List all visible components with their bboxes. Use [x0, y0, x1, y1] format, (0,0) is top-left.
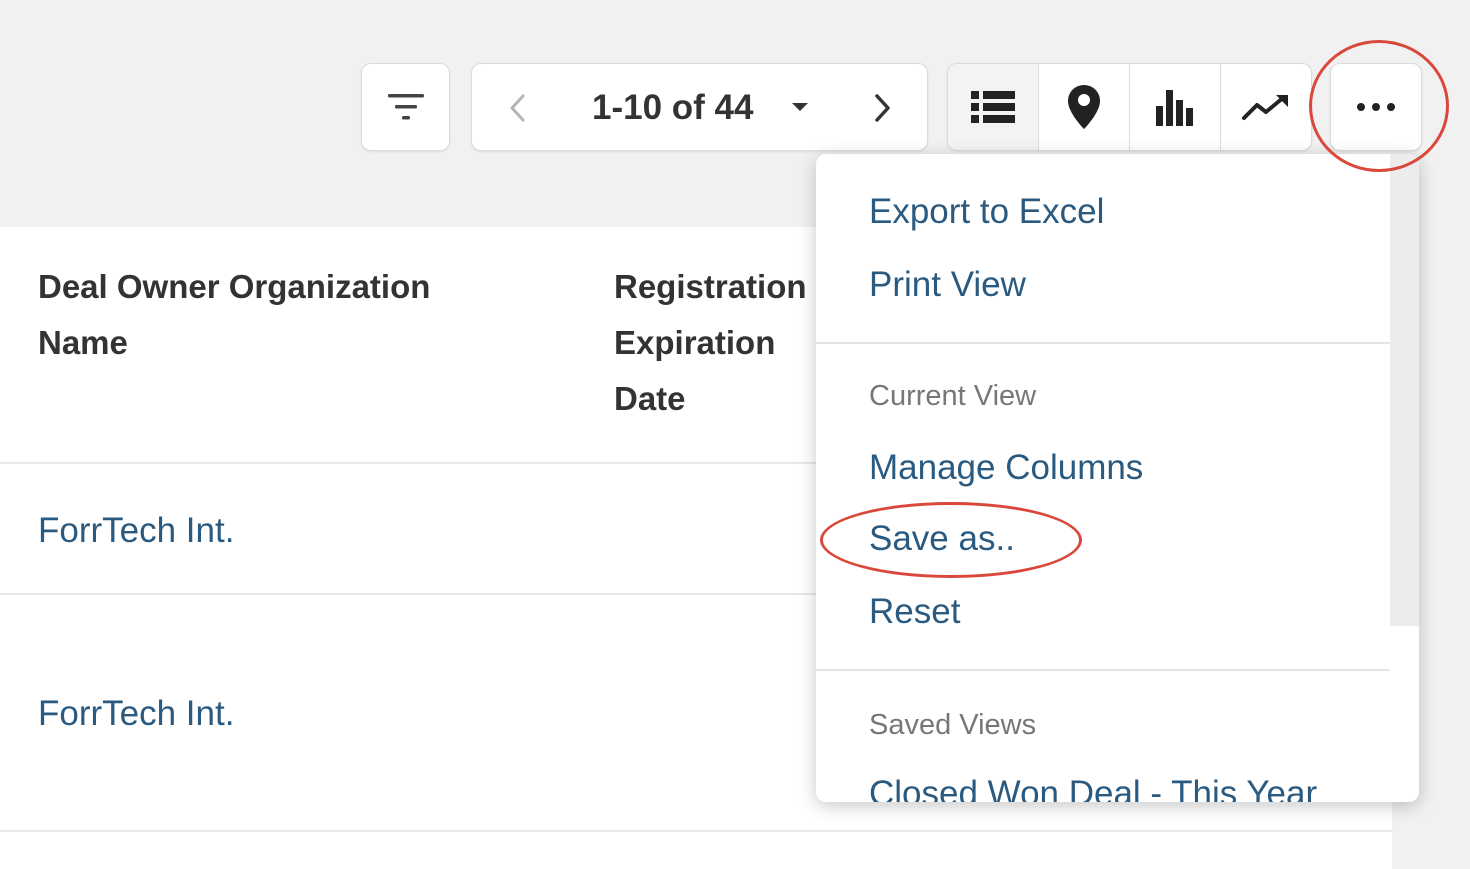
table-row-owner-cell[interactable]: ForrTech Int.	[38, 694, 234, 734]
more-options-menu: Export to Excel Print View Current View …	[816, 154, 1419, 802]
chevron-right-icon	[875, 94, 890, 122]
caret-down-icon	[792, 103, 808, 111]
more-options-button[interactable]	[1330, 63, 1422, 151]
trend-view-button[interactable]	[1221, 64, 1311, 150]
list-view-icon	[971, 91, 1015, 123]
bar-chart-icon	[1156, 90, 1193, 126]
menu-item-manage-columns[interactable]: Manage Columns	[869, 448, 1143, 488]
menu-item-print-view[interactable]: Print View	[869, 265, 1026, 305]
filter-button[interactable]	[361, 63, 450, 151]
next-page-button[interactable]	[868, 88, 898, 128]
menu-item-export-excel[interactable]: Export to Excel	[869, 192, 1104, 232]
page-range-label[interactable]: 1-10 of 44	[592, 84, 753, 132]
map-view-button[interactable]	[1039, 64, 1130, 150]
page-size-dropdown[interactable]	[790, 100, 810, 119]
menu-section-saved-views: Saved Views	[869, 709, 1037, 741]
more-horizontal-icon	[1357, 103, 1395, 111]
view-switcher	[947, 63, 1312, 151]
filter-lines-icon	[387, 94, 424, 120]
column-header-registration-expiration[interactable]: Registration Expiration Date	[614, 259, 834, 427]
previous-page-button[interactable]	[502, 88, 532, 128]
column-header-deal-owner[interactable]: Deal Owner Organization Name	[38, 259, 498, 371]
menu-item-saved-view[interactable]: Closed Won Deal - This Year	[869, 774, 1317, 802]
map-pin-icon	[1068, 85, 1100, 129]
row-divider	[0, 830, 1392, 832]
table-row-owner-cell[interactable]: ForrTech Int.	[38, 511, 234, 551]
menu-divider	[816, 669, 1390, 671]
menu-item-reset[interactable]: Reset	[869, 592, 960, 632]
trend-line-icon	[1242, 95, 1288, 120]
menu-item-save-as[interactable]: Save as..	[869, 519, 1015, 559]
menu-scrollbar[interactable]	[1390, 154, 1419, 626]
chevron-left-icon	[510, 94, 525, 122]
menu-section-current-view: Current View	[869, 380, 1037, 412]
pagination-control: 1-10 of 44	[471, 63, 928, 151]
list-view-button[interactable]	[948, 64, 1039, 150]
bar-chart-view-button[interactable]	[1130, 64, 1221, 150]
menu-divider	[816, 342, 1390, 344]
